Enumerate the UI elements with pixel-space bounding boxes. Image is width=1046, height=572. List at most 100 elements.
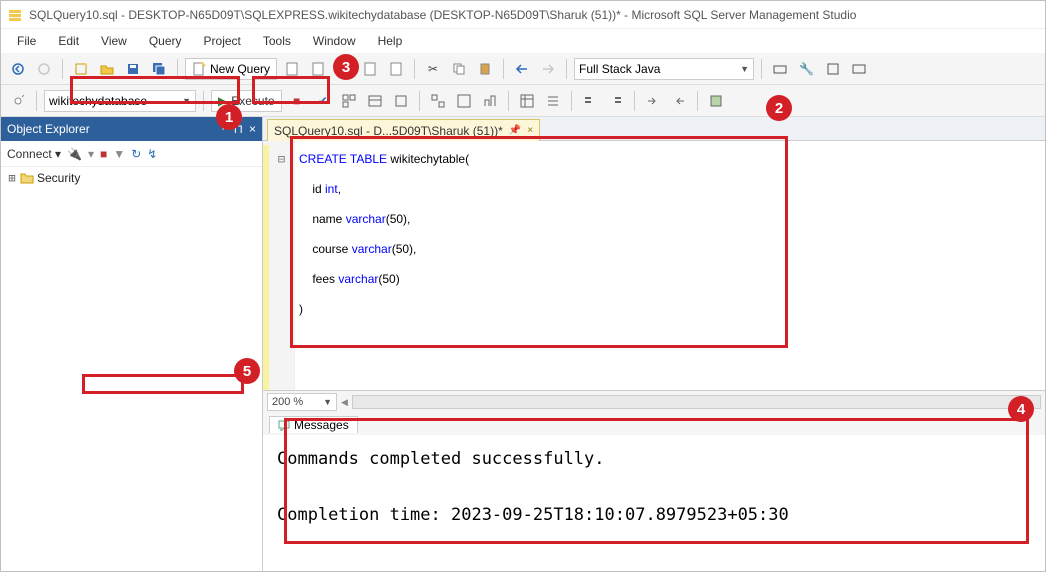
open-button[interactable]	[96, 58, 118, 80]
save-all-button[interactable]	[148, 58, 170, 80]
separator	[634, 91, 635, 111]
sql-code[interactable]: CREATE TABLE wikitechytable( id int, nam…	[295, 141, 1045, 390]
fold-icon	[19, 172, 35, 184]
undo-button[interactable]	[511, 58, 533, 80]
tree-node[interactable]: ⊞ Security	[7, 169, 262, 186]
parse-button[interactable]: ✔	[312, 90, 334, 112]
menu-file[interactable]: File	[7, 32, 46, 50]
chevron-down-icon: ▼	[182, 96, 191, 106]
separator	[503, 59, 504, 79]
intellisense-button[interactable]	[390, 90, 412, 112]
oe-filter-icon[interactable]: 🔌	[67, 147, 82, 161]
menu-view[interactable]: View	[91, 32, 137, 50]
separator	[419, 91, 420, 111]
menu-window[interactable]: Window	[303, 32, 366, 50]
comment-button[interactable]	[579, 90, 601, 112]
chevron-down-icon: ▼	[323, 397, 332, 407]
script-button-4[interactable]	[359, 58, 381, 80]
messages-output[interactable]: Commands completed successfully. Complet…	[263, 435, 1045, 571]
script-button-1[interactable]	[281, 58, 303, 80]
connect-button[interactable]: Connect ▾	[7, 147, 61, 161]
menu-help[interactable]: Help	[368, 32, 413, 50]
separator	[761, 59, 762, 79]
menu-query[interactable]: Query	[139, 32, 192, 50]
toolbar-query: wikitechydatabase ▼ ▶ Execute ■ ✔	[1, 85, 1045, 117]
oe-sync-icon[interactable]: ↯	[147, 147, 157, 161]
object-explorer-toolbar: Connect ▾ 🔌 ▾ ■ ▼ ↻ ↯	[1, 141, 262, 167]
results-grid-button[interactable]	[516, 90, 538, 112]
zoom-bar: 200 % ▼ ◀	[263, 391, 1045, 413]
redo-button[interactable]	[537, 58, 559, 80]
uncomment-button[interactable]	[605, 90, 627, 112]
scroll-left-icon[interactable]: ◀	[341, 397, 348, 408]
script-button-5[interactable]	[385, 58, 407, 80]
tool-extra-1[interactable]	[769, 58, 791, 80]
object-explorer-tree[interactable]: ⊞ Security	[1, 167, 262, 571]
database-combo[interactable]: wikitechydatabase ▼	[44, 90, 196, 112]
actual-plan-button[interactable]	[427, 90, 449, 112]
separator	[203, 91, 204, 111]
pin-icon[interactable]: ⊓	[234, 122, 243, 136]
nav-back-button[interactable]	[7, 58, 29, 80]
object-explorer-panel: Object Explorer ▼ ⊓ × Connect ▾ 🔌 ▾ ■ ▼ …	[1, 117, 263, 571]
sql-editor[interactable]: ⊟ CREATE TABLE wikitechytable( id int, n…	[263, 141, 1045, 391]
paste-button[interactable]	[474, 58, 496, 80]
client-stats-button[interactable]	[479, 90, 501, 112]
separator	[62, 59, 63, 79]
close-icon[interactable]: ×	[249, 122, 256, 136]
messages-tab-label: Messages	[294, 418, 349, 432]
separator	[36, 91, 37, 111]
new-project-button[interactable]	[70, 58, 92, 80]
fold-toggle[interactable]: ⊟	[278, 145, 285, 173]
tool-extra-2[interactable]: 🔧	[795, 58, 818, 80]
launch-profile-combo[interactable]: Full Stack Java ▼	[574, 58, 754, 80]
execute-button[interactable]: ▶ Execute	[211, 90, 282, 112]
object-explorer-title: Object Explorer	[7, 122, 90, 136]
menu-edit[interactable]: Edit	[48, 32, 89, 50]
indent-button[interactable]	[642, 90, 664, 112]
pin-icon[interactable]: 📌	[509, 125, 521, 136]
nav-forward-button[interactable]	[33, 58, 55, 80]
separator	[414, 59, 415, 79]
editor-tab[interactable]: SQLQuery10.sql - D...5D09T\Sharuk (51))*…	[267, 119, 540, 141]
script-button-3[interactable]	[333, 58, 355, 80]
tree-node-label: Security	[37, 171, 80, 185]
editor-tabstrip: SQLQuery10.sql - D...5D09T\Sharuk (51))*…	[263, 117, 1045, 141]
menubar: FileEditViewQueryProjectToolsWindowHelp	[1, 29, 1045, 53]
horizontal-scrollbar[interactable]	[352, 395, 1041, 409]
oe-filter3-icon[interactable]: ▼	[113, 147, 125, 161]
query-options-button[interactable]	[364, 90, 386, 112]
expand-icon[interactable]: ⊞	[7, 171, 17, 185]
specify-values-button[interactable]	[705, 90, 727, 112]
live-stats-button[interactable]	[453, 90, 475, 112]
oe-stop-icon[interactable]: ■	[100, 147, 107, 161]
ssms-icon	[7, 7, 23, 23]
cut-button[interactable]: ✂	[422, 58, 444, 80]
execute-label: Execute	[231, 94, 274, 108]
menu-project[interactable]: Project	[194, 32, 251, 50]
results-text-button[interactable]	[542, 90, 564, 112]
zoom-value: 200 %	[272, 396, 319, 408]
estimated-plan-button[interactable]	[338, 90, 360, 112]
tool-extra-4[interactable]	[848, 58, 870, 80]
change-connection-button[interactable]	[7, 90, 29, 112]
outdent-button[interactable]	[668, 90, 690, 112]
save-button[interactable]	[122, 58, 144, 80]
oe-filter2-icon[interactable]: ▾	[88, 147, 94, 161]
messages-tab[interactable]: Messages	[269, 416, 358, 433]
tool-extra-3[interactable]	[822, 58, 844, 80]
new-query-button[interactable]: New Query	[185, 58, 277, 80]
oe-refresh-icon[interactable]: ↻	[131, 147, 141, 161]
workspace: Object Explorer ▼ ⊓ × Connect ▾ 🔌 ▾ ■ ▼ …	[1, 117, 1045, 571]
copy-button[interactable]	[448, 58, 470, 80]
menu-tools[interactable]: Tools	[253, 32, 301, 50]
separator	[177, 59, 178, 79]
script-button-2[interactable]	[307, 58, 329, 80]
zoom-combo[interactable]: 200 % ▼	[267, 393, 337, 411]
new-query-icon	[192, 62, 206, 76]
separator	[508, 91, 509, 111]
dropdown-icon[interactable]: ▼	[219, 122, 228, 136]
close-icon[interactable]: ×	[527, 125, 533, 136]
stop-button[interactable]: ■	[286, 90, 308, 112]
separator	[697, 91, 698, 111]
